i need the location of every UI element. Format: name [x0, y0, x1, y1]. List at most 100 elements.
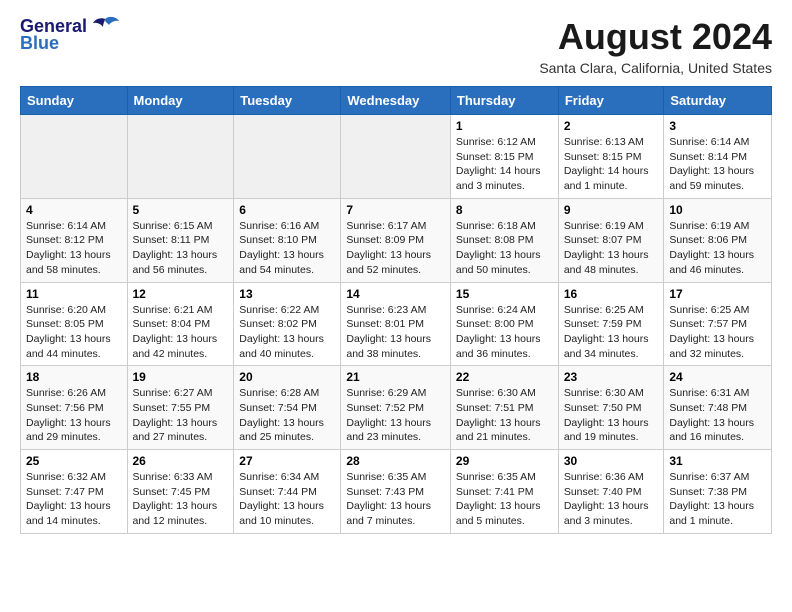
day-info: Sunrise: 6:29 AM Sunset: 7:52 PM Dayligh…	[346, 386, 445, 445]
day-info: Sunrise: 6:20 AM Sunset: 8:05 PM Dayligh…	[26, 303, 122, 362]
day-info: Sunrise: 6:19 AM Sunset: 8:07 PM Dayligh…	[564, 219, 659, 278]
day-number: 3	[669, 119, 766, 133]
day-info: Sunrise: 6:13 AM Sunset: 8:15 PM Dayligh…	[564, 135, 659, 194]
calendar-cell: 17 Sunrise: 6:25 AM Sunset: 7:57 PM Dayli…	[664, 282, 772, 366]
day-info: Sunrise: 6:18 AM Sunset: 8:08 PM Dayligh…	[456, 219, 553, 278]
calendar-cell: 5 Sunrise: 6:15 AM Sunset: 8:11 PM Daylig…	[127, 198, 234, 282]
calendar-cell: 1 Sunrise: 6:12 AM Sunset: 8:15 PM Daylig…	[450, 115, 558, 199]
calendar-cell: 15 Sunrise: 6:24 AM Sunset: 8:00 PM Dayli…	[450, 282, 558, 366]
calendar-cell: 31Sunrise: 6:37 AM Sunset: 7:38 PM Dayli…	[664, 450, 772, 534]
month-title: August 2024	[539, 16, 772, 58]
weekday-header-saturday: Saturday	[664, 87, 772, 115]
weekday-header-sunday: Sunday	[21, 87, 128, 115]
calendar-week-row: 18Sunrise: 6:26 AM Sunset: 7:56 PM Dayli…	[21, 366, 772, 450]
day-number: 29	[456, 454, 553, 468]
calendar-cell: 2 Sunrise: 6:13 AM Sunset: 8:15 PM Daylig…	[558, 115, 664, 199]
day-info: Sunrise: 6:16 AM Sunset: 8:10 PM Dayligh…	[239, 219, 335, 278]
day-info: Sunrise: 6:23 AM Sunset: 8:01 PM Dayligh…	[346, 303, 445, 362]
day-number: 22	[456, 370, 553, 384]
calendar-cell: 10Sunrise: 6:19 AM Sunset: 8:06 PM Dayli…	[664, 198, 772, 282]
calendar-cell	[341, 115, 451, 199]
logo: General Blue	[20, 16, 119, 54]
day-number: 8	[456, 203, 553, 217]
calendar-cell: 24 Sunrise: 6:31 AM Sunset: 7:48 PM Dayli…	[664, 366, 772, 450]
day-info: Sunrise: 6:30 AM Sunset: 7:50 PM Dayligh…	[564, 386, 659, 445]
day-info: Sunrise: 6:31 AM Sunset: 7:48 PM Dayligh…	[669, 386, 766, 445]
logo-blue-text: Blue	[20, 33, 59, 54]
weekday-header-monday: Monday	[127, 87, 234, 115]
calendar-week-row: 11Sunrise: 6:20 AM Sunset: 8:05 PM Dayli…	[21, 282, 772, 366]
calendar-cell: 29 Sunrise: 6:35 AM Sunset: 7:41 PM Dayli…	[450, 450, 558, 534]
day-number: 24	[669, 370, 766, 384]
calendar-cell: 8 Sunrise: 6:18 AM Sunset: 8:08 PM Daylig…	[450, 198, 558, 282]
weekday-header-wednesday: Wednesday	[341, 87, 451, 115]
calendar-cell: 11Sunrise: 6:20 AM Sunset: 8:05 PM Dayli…	[21, 282, 128, 366]
day-info: Sunrise: 6:12 AM Sunset: 8:15 PM Dayligh…	[456, 135, 553, 194]
day-info: Sunrise: 6:35 AM Sunset: 7:43 PM Dayligh…	[346, 470, 445, 529]
calendar-table: SundayMondayTuesdayWednesdayThursdayFrid…	[20, 86, 772, 534]
calendar-cell: 16 Sunrise: 6:25 AM Sunset: 7:59 PM Dayli…	[558, 282, 664, 366]
subtitle: Santa Clara, California, United States	[539, 60, 772, 76]
day-number: 6	[239, 203, 335, 217]
day-info: Sunrise: 6:28 AM Sunset: 7:54 PM Dayligh…	[239, 386, 335, 445]
calendar-cell: 26 Sunrise: 6:33 AM Sunset: 7:45 PM Dayli…	[127, 450, 234, 534]
calendar-cell: 21 Sunrise: 6:29 AM Sunset: 7:52 PM Dayli…	[341, 366, 451, 450]
day-number: 2	[564, 119, 659, 133]
day-info: Sunrise: 6:33 AM Sunset: 7:45 PM Dayligh…	[133, 470, 229, 529]
calendar-cell: 7Sunrise: 6:17 AM Sunset: 8:09 PM Daylig…	[341, 198, 451, 282]
calendar-cell: 30 Sunrise: 6:36 AM Sunset: 7:40 PM Dayli…	[558, 450, 664, 534]
day-number: 15	[456, 287, 553, 301]
calendar-cell: 25 Sunrise: 6:32 AM Sunset: 7:47 PM Dayli…	[21, 450, 128, 534]
title-section: August 2024 Santa Clara, California, Uni…	[539, 16, 772, 76]
day-number: 16	[564, 287, 659, 301]
day-info: Sunrise: 6:21 AM Sunset: 8:04 PM Dayligh…	[133, 303, 229, 362]
day-number: 7	[346, 203, 445, 217]
day-info: Sunrise: 6:32 AM Sunset: 7:47 PM Dayligh…	[26, 470, 122, 529]
calendar-cell: 18Sunrise: 6:26 AM Sunset: 7:56 PM Dayli…	[21, 366, 128, 450]
day-number: 10	[669, 203, 766, 217]
calendar-cell	[234, 115, 341, 199]
calendar-cell: 13 Sunrise: 6:22 AM Sunset: 8:02 PM Dayli…	[234, 282, 341, 366]
day-info: Sunrise: 6:22 AM Sunset: 8:02 PM Dayligh…	[239, 303, 335, 362]
calendar-cell: 3 Sunrise: 6:14 AM Sunset: 8:14 PM Daylig…	[664, 115, 772, 199]
day-number: 5	[133, 203, 229, 217]
logo-bird-icon	[91, 15, 119, 37]
calendar-cell: 4 Sunrise: 6:14 AM Sunset: 8:12 PM Daylig…	[21, 198, 128, 282]
day-number: 13	[239, 287, 335, 301]
day-number: 1	[456, 119, 553, 133]
calendar-cell: 6 Sunrise: 6:16 AM Sunset: 8:10 PM Daylig…	[234, 198, 341, 282]
weekday-header-row: SundayMondayTuesdayWednesdayThursdayFrid…	[21, 87, 772, 115]
calendar-week-row: 4 Sunrise: 6:14 AM Sunset: 8:12 PM Daylig…	[21, 198, 772, 282]
calendar-cell: 22 Sunrise: 6:30 AM Sunset: 7:51 PM Dayli…	[450, 366, 558, 450]
day-number: 9	[564, 203, 659, 217]
day-info: Sunrise: 6:34 AM Sunset: 7:44 PM Dayligh…	[239, 470, 335, 529]
day-number: 25	[26, 454, 122, 468]
day-number: 21	[346, 370, 445, 384]
day-info: Sunrise: 6:25 AM Sunset: 7:59 PM Dayligh…	[564, 303, 659, 362]
day-number: 26	[133, 454, 229, 468]
calendar-cell: 28Sunrise: 6:35 AM Sunset: 7:43 PM Dayli…	[341, 450, 451, 534]
day-number: 12	[133, 287, 229, 301]
day-number: 23	[564, 370, 659, 384]
day-info: Sunrise: 6:15 AM Sunset: 8:11 PM Dayligh…	[133, 219, 229, 278]
weekday-header-friday: Friday	[558, 87, 664, 115]
day-number: 4	[26, 203, 122, 217]
day-number: 30	[564, 454, 659, 468]
day-info: Sunrise: 6:35 AM Sunset: 7:41 PM Dayligh…	[456, 470, 553, 529]
day-info: Sunrise: 6:14 AM Sunset: 8:14 PM Dayligh…	[669, 135, 766, 194]
calendar-cell: 19 Sunrise: 6:27 AM Sunset: 7:55 PM Dayli…	[127, 366, 234, 450]
day-info: Sunrise: 6:14 AM Sunset: 8:12 PM Dayligh…	[26, 219, 122, 278]
day-info: Sunrise: 6:36 AM Sunset: 7:40 PM Dayligh…	[564, 470, 659, 529]
day-info: Sunrise: 6:30 AM Sunset: 7:51 PM Dayligh…	[456, 386, 553, 445]
calendar-cell: 20Sunrise: 6:28 AM Sunset: 7:54 PM Dayli…	[234, 366, 341, 450]
day-number: 17	[669, 287, 766, 301]
day-info: Sunrise: 6:26 AM Sunset: 7:56 PM Dayligh…	[26, 386, 122, 445]
day-number: 14	[346, 287, 445, 301]
day-info: Sunrise: 6:27 AM Sunset: 7:55 PM Dayligh…	[133, 386, 229, 445]
calendar-cell: 23 Sunrise: 6:30 AM Sunset: 7:50 PM Dayli…	[558, 366, 664, 450]
day-info: Sunrise: 6:24 AM Sunset: 8:00 PM Dayligh…	[456, 303, 553, 362]
day-number: 19	[133, 370, 229, 384]
weekday-header-tuesday: Tuesday	[234, 87, 341, 115]
day-info: Sunrise: 6:25 AM Sunset: 7:57 PM Dayligh…	[669, 303, 766, 362]
day-number: 31	[669, 454, 766, 468]
